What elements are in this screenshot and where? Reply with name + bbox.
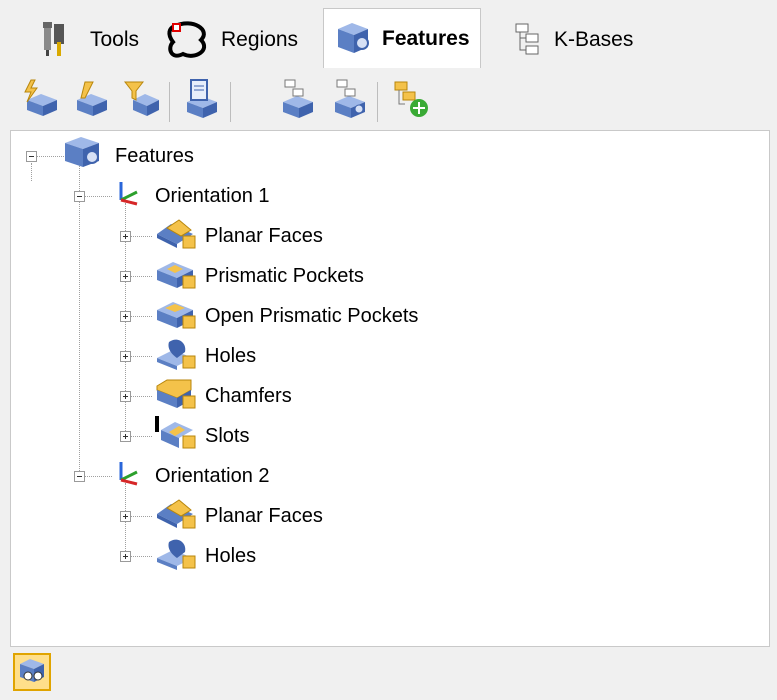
tree-item-planar-faces[interactable]: Planar Faces (153, 498, 323, 534)
auto-feature-detect-icon (21, 78, 63, 125)
tab-label: K-Bases (554, 28, 634, 51)
collapse-toggle[interactable] (74, 471, 85, 482)
tree-item-holes[interactable]: Holes (153, 538, 256, 574)
expand-toggle[interactable] (120, 431, 131, 442)
prismatic-pocket-icon (153, 256, 199, 296)
expand-toggle[interactable] (120, 271, 131, 282)
tree-connector (84, 476, 112, 477)
expand-toggle[interactable] (120, 511, 131, 522)
tree-item-slots[interactable]: Slots (153, 416, 250, 456)
tree-connector (130, 516, 152, 517)
tree-item-label: Holes (205, 544, 257, 567)
tree-connector (84, 196, 112, 197)
tab-label: Regions (221, 28, 299, 51)
tree-item-label: Prismatic Pockets (205, 264, 364, 287)
hole-icon (153, 536, 199, 576)
status-bar (0, 647, 777, 700)
tree-connector (130, 356, 152, 357)
collapse-tree-button[interactable] (276, 76, 320, 126)
toolbar-separator (377, 82, 378, 122)
tab-bar: Tools Regions Features K-Bases (0, 0, 777, 70)
tree-item-label: Chamfers (205, 384, 292, 407)
features-icon (61, 135, 109, 177)
tree-item-label: Holes (205, 344, 257, 367)
planar-face-icon (153, 216, 199, 256)
toolbar-separator (230, 82, 231, 122)
planar-face-icon (153, 496, 199, 536)
tab-label: Tools (90, 28, 140, 51)
tree-item-prismatic-pockets[interactable]: Prismatic Pockets (153, 258, 364, 294)
tree-item-orientation-1[interactable]: Orientation 1 (115, 178, 270, 214)
tree-connector (130, 556, 152, 557)
tab-kbases[interactable]: K-Bases (512, 12, 633, 68)
tree-link-icon (329, 78, 371, 125)
tree-connector (36, 156, 64, 157)
tree-connector (130, 396, 152, 397)
tree-item-label: Orientation 2 (155, 464, 270, 487)
tree-collapse-icon (277, 78, 319, 125)
tree-item-label: Planar Faces (205, 504, 323, 527)
tree-connector (130, 316, 152, 317)
tree-item-label: Planar Faces (205, 224, 323, 247)
feature-filter-icon (123, 78, 165, 125)
regions-icon (165, 20, 215, 60)
add-tree-item-icon (391, 78, 433, 125)
hole-icon (153, 336, 199, 376)
axis-icon (115, 460, 141, 492)
tree-item-planar-faces[interactable]: Planar Faces (153, 218, 323, 254)
tree-connector (130, 436, 152, 437)
feature-edit-icon (71, 78, 113, 125)
tree-item-label: Slots (205, 424, 250, 447)
slot-icon (153, 416, 199, 456)
open-prismatic-pocket-icon (153, 296, 199, 336)
tree-item-label: Orientation 1 (155, 184, 270, 207)
tree-item-chamfers[interactable]: Chamfers (153, 378, 292, 414)
tree-item-label: Open Prismatic Pockets (205, 304, 419, 327)
collapse-toggle[interactable] (74, 191, 85, 202)
tree-connector (79, 161, 80, 475)
filter-button[interactable] (122, 76, 166, 126)
axis-icon (115, 180, 141, 212)
feature-report-icon (181, 78, 223, 125)
feature-view-icon (18, 656, 46, 689)
expand-toggle[interactable] (120, 311, 131, 322)
toolbar-separator (169, 82, 170, 122)
chamfer-icon (153, 376, 199, 416)
tab-features[interactable]: Features (323, 8, 481, 68)
feature-tree-panel[interactable]: Features Orientation 1 Planar Faces Pris… (10, 130, 770, 647)
edit-feature-button[interactable] (70, 76, 114, 126)
tree-root-features[interactable]: Features (61, 135, 194, 177)
expand-toggle[interactable] (120, 231, 131, 242)
collapse-toggle[interactable] (26, 151, 37, 162)
tree-item-label: Features (115, 144, 194, 167)
link-tree-button[interactable] (328, 76, 372, 126)
tree-item-holes[interactable]: Holes (153, 338, 256, 374)
tree-item-open-prismatic-pockets[interactable]: Open Prismatic Pockets (153, 298, 418, 334)
add-item-button[interactable] (390, 76, 434, 126)
toolbar (0, 70, 777, 130)
tree-connector (31, 163, 32, 181)
expand-toggle[interactable] (120, 551, 131, 562)
tab-regions[interactable]: Regions (165, 12, 298, 68)
tree-item-orientation-2[interactable]: Orientation 2 (115, 458, 270, 494)
tab-label: Features (382, 26, 470, 50)
tools-icon (40, 20, 84, 60)
expand-toggle[interactable] (120, 391, 131, 402)
tree-connector (130, 236, 152, 237)
feature-view-button[interactable] (13, 653, 51, 691)
report-button[interactable] (180, 76, 224, 126)
kbases-icon (512, 20, 548, 60)
tree-connector (130, 276, 152, 277)
features-icon (334, 19, 376, 59)
tab-tools[interactable]: Tools (40, 12, 139, 68)
auto-detect-button[interactable] (20, 76, 64, 126)
expand-toggle[interactable] (120, 351, 131, 362)
